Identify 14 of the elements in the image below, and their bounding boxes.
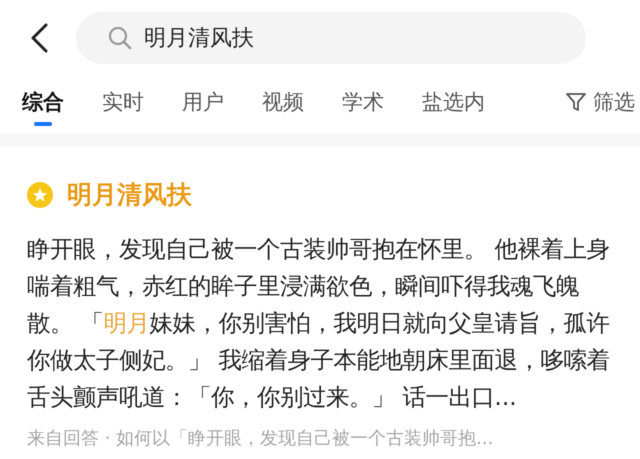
search-tab[interactable]: 实时 (102, 82, 144, 126)
star-badge-icon (27, 182, 53, 208)
filter-icon (565, 91, 587, 113)
search-tab[interactable]: 学术 (342, 82, 384, 126)
search-tab[interactable]: 盐选内 (422, 82, 485, 126)
filter-button[interactable]: 筛选 (557, 88, 635, 120)
back-icon[interactable] (30, 23, 48, 53)
search-tab[interactable]: 综合 (22, 82, 64, 126)
search-field[interactable]: 明月清风扶 (76, 12, 586, 64)
result-excerpt[interactable]: 睁开眼，发现自己被一个古装帅哥抱在怀里。 他裸着上身喘着粗气，赤红的眸子里浸满欲色，瞬间吓得我魂飞魄散。 「明月妹妹，你别害怕，我明日就向父皇请旨，孤许你做太子侧妃。」 我缩着身子本能地朝床里面退，哆嗦着舌头颤声吼道：「你，你别过来。」 话一出口... (27, 231, 617, 416)
search-tab[interactable]: 视频 (262, 82, 304, 126)
result-source: 来自回答 · 如何以「睁开眼，发现自己被一个古装帅哥抱... (27, 427, 494, 450)
search-tab[interactable]: 用户 (182, 82, 224, 126)
search-icon (108, 26, 132, 50)
